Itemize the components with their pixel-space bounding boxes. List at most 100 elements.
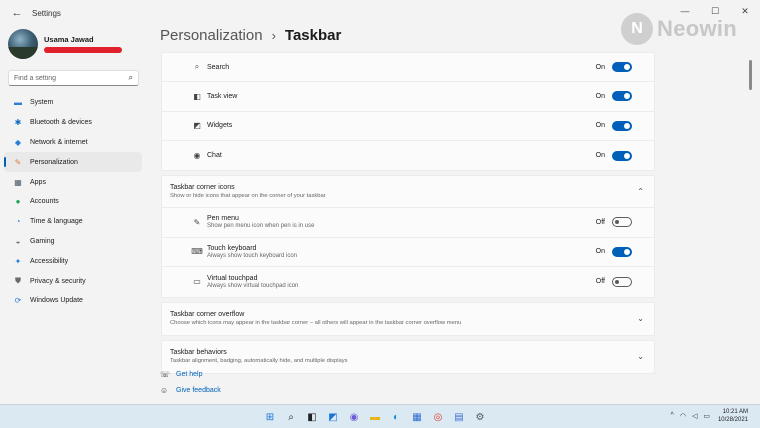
user-profile[interactable]: Usama Jawad bbox=[8, 28, 150, 60]
search-input[interactable] bbox=[14, 74, 114, 82]
toggle-switch[interactable] bbox=[612, 120, 632, 131]
setting-label: Pen menu bbox=[207, 215, 239, 223]
sidebar-item-accounts[interactable]: ● Accounts bbox=[4, 192, 142, 212]
toggle-state-label: Off bbox=[595, 278, 605, 286]
task-view-icon[interactable]: ◧ bbox=[304, 409, 320, 425]
start-icon[interactable]: ⊞ bbox=[262, 409, 278, 425]
corner-overflow-header[interactable]: Taskbar corner overflow Choose which ico… bbox=[162, 303, 654, 335]
sidebar-item-label: Apps bbox=[30, 178, 46, 186]
section-subtitle: Show or hide icons that appear on the co… bbox=[170, 193, 326, 200]
section-title: Taskbar corner overflow bbox=[170, 311, 245, 319]
sidebar: Usama Jawad ⌕ ▬ System ✱ Bluetooth & device… bbox=[0, 26, 150, 404]
chrome-icon[interactable]: ◎ bbox=[430, 409, 446, 425]
sidebar-item-privacy-security[interactable]: ⛊ Privacy & security bbox=[4, 271, 142, 291]
system-taskbar: ⊞ ⌕ ◧ ◩ ◉ ▬ ◐ ▦ ◎ ▤ ⚙ ^ ◠ ◁ ▭ 10:21 AM 10/28/2021 bbox=[0, 404, 760, 428]
controller-icon: ◒ bbox=[15, 236, 21, 246]
bluetooth-icon: ✱ bbox=[14, 118, 22, 128]
sidebar-item-apps[interactable]: ▦ Apps bbox=[4, 172, 142, 192]
get-help-link[interactable]: ☏ Get help bbox=[160, 366, 221, 382]
search-icon[interactable]: ⌕ bbox=[129, 73, 133, 83]
toggle-control: On bbox=[593, 120, 632, 131]
toggle-switch[interactable] bbox=[612, 62, 632, 73]
chat-icon: ◉ bbox=[193, 151, 201, 161]
setting-text: Virtual touchpad Always show virtual touc… bbox=[207, 275, 298, 289]
sidebar-item-label: Personalization bbox=[30, 158, 78, 166]
toggle-control: Off bbox=[593, 217, 632, 228]
maximize-button[interactable]: ☐ bbox=[700, 0, 730, 22]
shield-icon: ⛊ bbox=[15, 276, 21, 286]
window-controls: — ☐ ✕ bbox=[670, 0, 760, 22]
chevron-down-icon[interactable]: ⌄ bbox=[637, 352, 644, 361]
scrollbar[interactable] bbox=[749, 60, 752, 90]
corner-overflow-section: Taskbar corner overflow Choose which ico… bbox=[161, 301, 655, 336]
minimize-button[interactable]: — bbox=[670, 0, 700, 22]
sidebar-item-label: Windows Update bbox=[30, 297, 83, 305]
widgets-icon: ◩ bbox=[193, 121, 201, 131]
clock[interactable]: 10:21 AM 10/28/2021 bbox=[718, 408, 748, 424]
toggle-control: On bbox=[593, 150, 632, 161]
sidebar-item-network-internet[interactable]: ◆ Network & internet bbox=[4, 133, 142, 153]
accessibility-icon: ✦ bbox=[14, 256, 22, 266]
behaviors-header[interactable]: Taskbar behaviors Taskbar alignment, bad… bbox=[162, 341, 654, 373]
sidebar-item-bluetooth-devices[interactable]: ✱ Bluetooth & devices bbox=[4, 113, 142, 133]
sidebar-item-label: System bbox=[30, 99, 54, 107]
sidebar-item-label: Network & internet bbox=[30, 138, 88, 146]
back-arrow-icon[interactable]: ← bbox=[6, 7, 28, 19]
sidebar-item-accessibility[interactable]: ✦ Accessibility bbox=[4, 251, 142, 271]
chat-icon[interactable]: ◉ bbox=[346, 409, 362, 425]
notes-icon[interactable]: ▤ bbox=[451, 409, 467, 425]
wifi-icon[interactable]: ◠ bbox=[680, 412, 686, 420]
chevron-up-icon[interactable]: ^ bbox=[671, 412, 674, 420]
section-title: Taskbar corner icons bbox=[170, 184, 235, 192]
give-feedback-link[interactable]: ☺ Give feedback bbox=[160, 382, 221, 398]
sidebar-item-windows-update[interactable]: ⟳ Windows Update bbox=[4, 291, 142, 311]
toggle-state-label: On bbox=[595, 63, 605, 71]
toggle-state-label: On bbox=[595, 152, 605, 160]
sidebar-item-time-language[interactable]: ◔ Time & language bbox=[4, 212, 142, 232]
breadcrumb: Personalization › Taskbar bbox=[160, 27, 341, 44]
chevron-down-icon[interactable]: ⌄ bbox=[637, 314, 644, 323]
breadcrumb-parent[interactable]: Personalization bbox=[160, 27, 263, 44]
section-subtitle: Choose which icons may appear in the tas… bbox=[170, 320, 462, 327]
store-icon[interactable]: ▦ bbox=[409, 409, 425, 425]
settings-search[interactable]: ⌕ bbox=[8, 70, 139, 86]
sidebar-item-label: Bluetooth & devices bbox=[30, 119, 92, 127]
sidebar-item-personalization[interactable]: ✎ Personalization bbox=[4, 152, 142, 173]
settings-icon[interactable]: ⚙ bbox=[472, 409, 488, 425]
sidebar-item-gaming[interactable]: ◒ Gaming bbox=[4, 232, 142, 252]
toggle-control: On bbox=[593, 91, 632, 102]
setting-row-search: ⌕ Search On bbox=[162, 53, 654, 83]
close-button[interactable]: ✕ bbox=[730, 0, 760, 22]
corner-icons-section: Taskbar corner icons Show or hide icons … bbox=[161, 175, 655, 298]
link-label[interactable]: Give feedback bbox=[176, 387, 221, 394]
toggle-switch[interactable] bbox=[612, 91, 632, 102]
toggle-switch[interactable] bbox=[612, 217, 632, 228]
setting-label: Touch keyboard bbox=[207, 244, 257, 252]
setting-row-widgets: ◩ Widgets On bbox=[162, 112, 654, 141]
battery-icon[interactable]: ▭ bbox=[703, 412, 710, 420]
wifi-icon: ◆ bbox=[14, 137, 22, 147]
corner-icons-header[interactable]: Taskbar corner icons Show or hide icons … bbox=[162, 176, 654, 209]
sidebar-nav: ▬ System ✱ Bluetooth & devices ◆ Network & in… bbox=[0, 93, 150, 311]
sidebar-item-label: Time & language bbox=[30, 218, 83, 226]
update-icon: ⟳ bbox=[14, 296, 22, 306]
pen-icon: ✎ bbox=[193, 217, 201, 227]
toggle-switch[interactable] bbox=[612, 246, 632, 257]
toggle-switch[interactable] bbox=[612, 276, 632, 287]
sidebar-item-label: Privacy & security bbox=[30, 277, 86, 285]
setting-row-touch-keyboard: ⌨ Touch keyboard Always show touch keyboar… bbox=[162, 238, 654, 268]
breadcrumb-separator: › bbox=[271, 28, 276, 43]
section-title: Taskbar behaviors bbox=[170, 349, 227, 357]
chevron-up-icon[interactable]: ⌃ bbox=[637, 187, 644, 196]
sidebar-item-label: Accounts bbox=[30, 198, 59, 206]
link-label[interactable]: Get help bbox=[176, 371, 202, 378]
file-explorer-icon[interactable]: ▬ bbox=[367, 409, 383, 425]
system-tray: ^ ◠ ◁ ▭ 10:21 AM 10/28/2021 bbox=[665, 408, 748, 424]
edge-icon[interactable]: ◐ bbox=[388, 409, 404, 425]
search-icon[interactable]: ⌕ bbox=[283, 409, 299, 425]
toggle-switch[interactable] bbox=[612, 150, 632, 161]
sidebar-item-system[interactable]: ▬ System bbox=[4, 93, 142, 113]
volume-icon[interactable]: ◁ bbox=[692, 412, 697, 420]
toggle-control: Off bbox=[593, 276, 632, 287]
widgets-icon[interactable]: ◩ bbox=[325, 409, 341, 425]
